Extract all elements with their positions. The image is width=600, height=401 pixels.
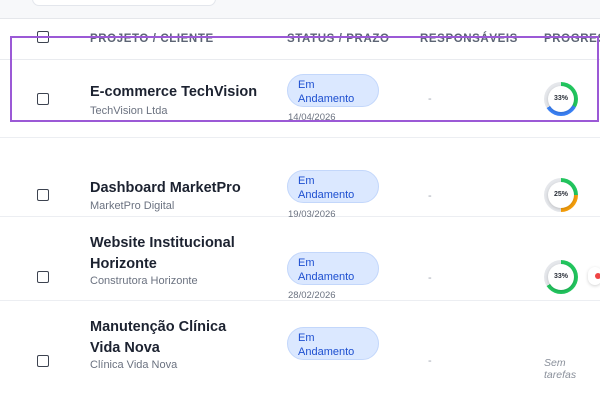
project-title[interactable]: Website Institucional Horizonte [90, 233, 235, 275]
responsibles-empty: - [428, 93, 432, 105]
responsibles-empty: - [428, 272, 432, 284]
client-name: MarketPro Digital [90, 200, 175, 212]
progress-ring: 25% [544, 178, 578, 212]
status-badge: Em Andamento [287, 74, 379, 107]
top-toolbar-button[interactable] [32, 0, 216, 6]
row-checkbox[interactable] [37, 189, 49, 201]
projects-table: PROJETO / CLIENTE STATUS / PRAZO RESPONS… [0, 18, 600, 401]
responsibles-empty: - [428, 355, 432, 367]
select-all-checkbox[interactable] [37, 31, 49, 43]
client-name: Construtora Horizonte [90, 275, 198, 287]
status-badge: Em Andamento [287, 252, 379, 285]
table-header: PROJETO / CLIENTE STATUS / PRAZO RESPONS… [0, 19, 600, 60]
progress-percent: 33% [548, 86, 574, 112]
progress-ring: 33% [544, 82, 578, 116]
no-tasks-label: Sem tarefas [544, 357, 577, 381]
header-responsibles[interactable]: RESPONSÁVEIS [420, 33, 518, 45]
table-row[interactable]: Dashboard MarketPro MarketPro Digital Em… [0, 137, 600, 220]
responsibles-empty: - [428, 190, 432, 202]
row-checkbox[interactable] [37, 271, 49, 283]
red-dot-icon [595, 273, 600, 279]
progress-percent: 25% [548, 182, 574, 208]
client-name: TechVision Ltda [90, 105, 168, 117]
progress-percent: 33% [548, 264, 574, 290]
status-badge: Em Andamento [287, 170, 379, 203]
overdue-indicator [588, 267, 600, 285]
progress-ring: 33% [544, 260, 578, 294]
table-row[interactable]: E-commerce TechVision TechVision Ltda Em… [0, 60, 600, 138]
header-status[interactable]: STATUS / PRAZO [287, 33, 390, 45]
header-project[interactable]: PROJETO / CLIENTE [90, 33, 214, 45]
row-checkbox[interactable] [37, 355, 49, 367]
status-badge: Em Andamento [287, 327, 379, 360]
table-row[interactable]: Manutenção Clínica Vida Nova Clínica Vid… [0, 300, 600, 401]
header-progress[interactable]: PROGRESS [544, 33, 600, 45]
deadline-date: 14/04/2026 [288, 112, 336, 123]
client-name: Clínica Vida Nova [90, 359, 178, 371]
row-checkbox[interactable] [37, 93, 49, 105]
project-title[interactable]: Dashboard MarketPro [90, 178, 241, 199]
project-title[interactable]: E-commerce TechVision [90, 82, 257, 103]
table-row[interactable]: Website Institucional Horizonte Construt… [0, 216, 600, 301]
project-title[interactable]: Manutenção Clínica Vida Nova [90, 317, 226, 359]
